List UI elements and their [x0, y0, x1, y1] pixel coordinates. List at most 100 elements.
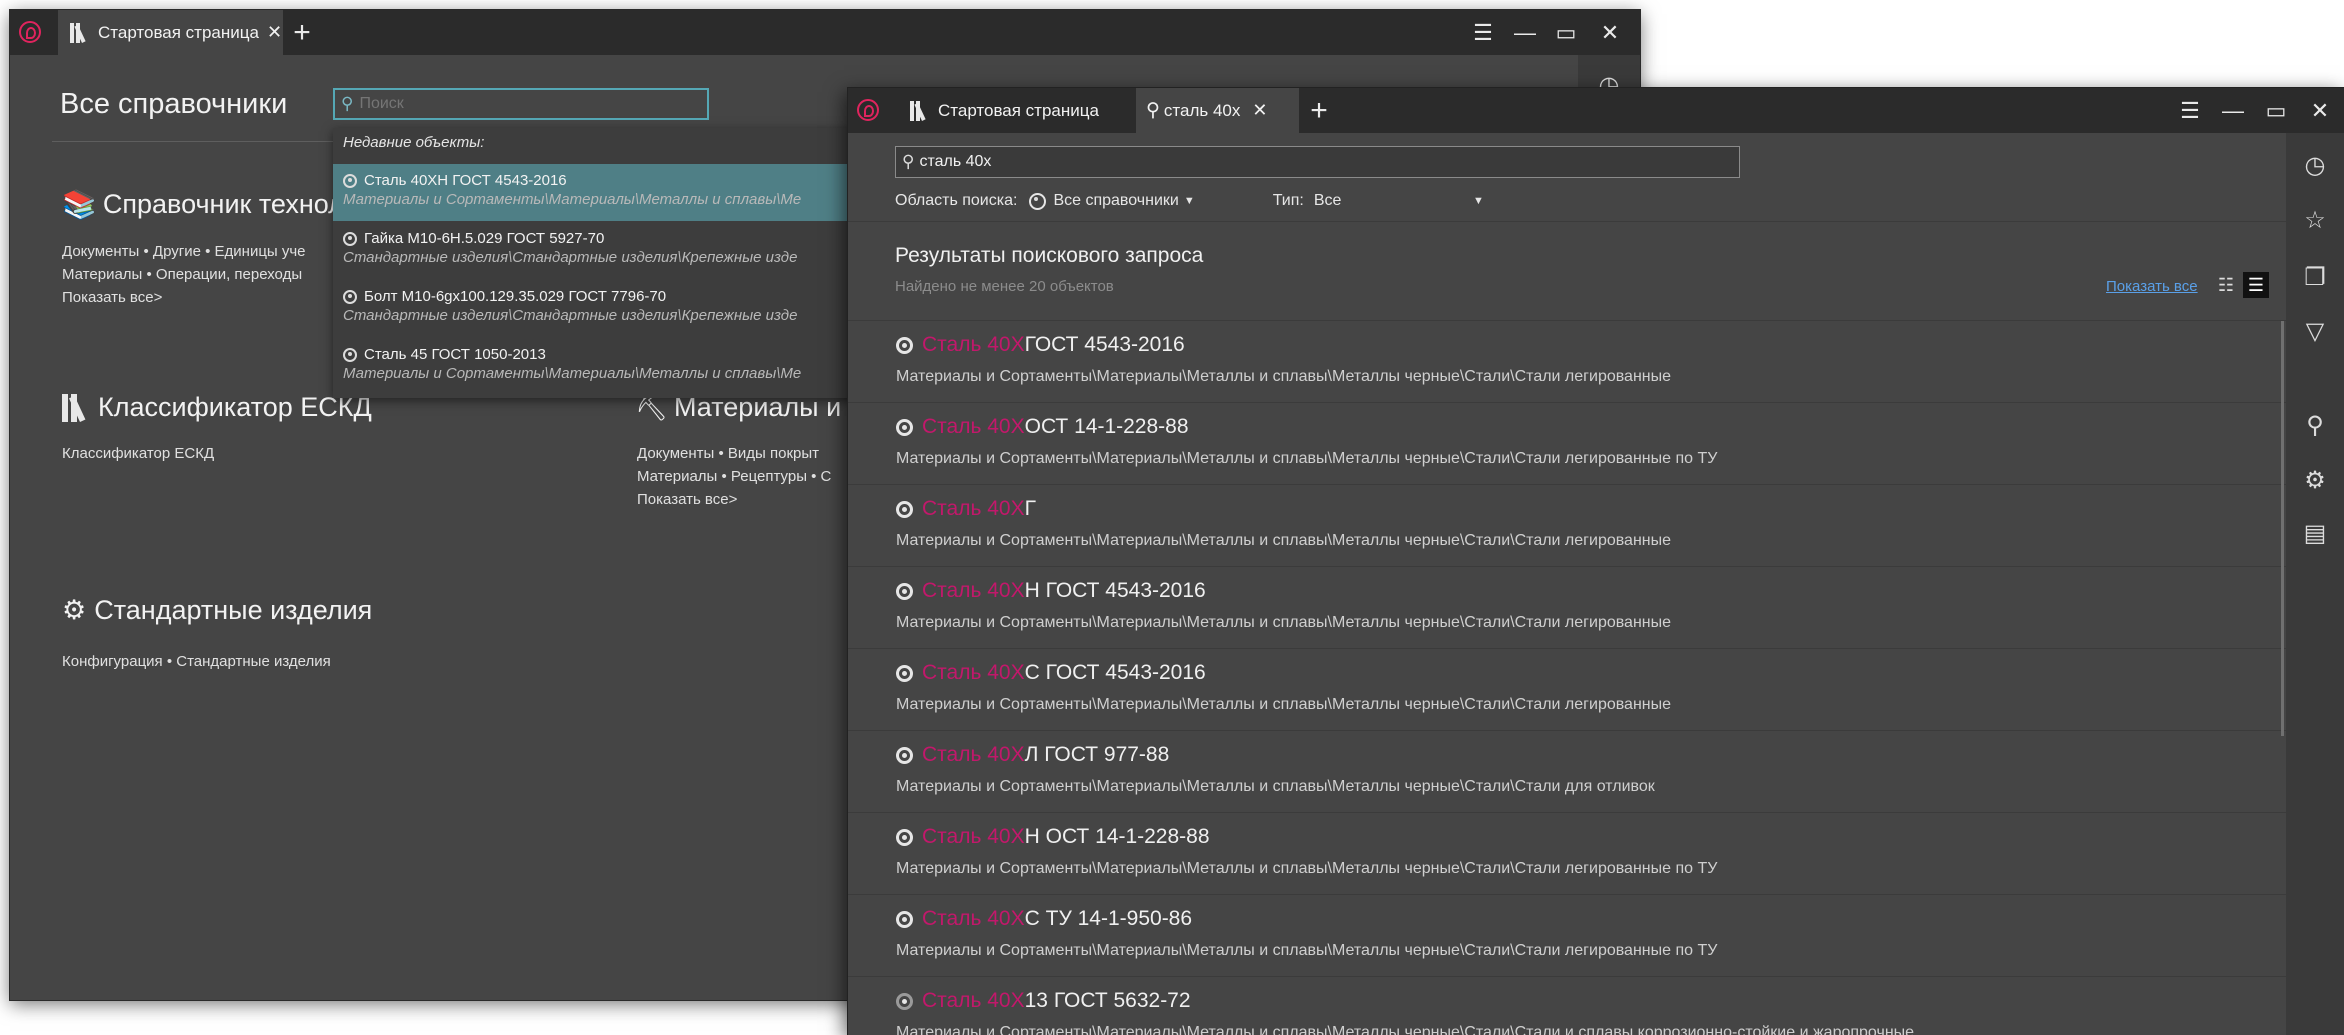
menu-icon[interactable]: ☰ — [1463, 10, 1503, 55]
part-icon — [343, 231, 357, 246]
result-item[interactable]: Сталь 40Х ГОСТ 4543-2016 Материалы и Сор… — [848, 321, 2286, 403]
tab-start-page[interactable]: Стартовая страница — [896, 88, 1136, 133]
type-label: Тип: — [1272, 192, 1304, 209]
recent-item[interactable]: Сталь 45 ГОСТ 1050-2013 Материалы и Сорт… — [333, 338, 873, 395]
title-divider — [52, 141, 352, 142]
std-parts-icon: ⚙ — [62, 595, 87, 625]
history-clock-icon[interactable]: ◷ — [2295, 145, 2335, 185]
tree-view-icon[interactable]: ☷ — [2213, 272, 2239, 298]
scope-label: Область поиска: — [895, 192, 1018, 209]
search-input[interactable] — [357, 94, 692, 114]
materials-links-line2[interactable]: Материалы • Рецептуры • С — [637, 465, 831, 488]
search-results-window: Стартовая страница ⚲ сталь 40х ✕ + ☰ — ▭… — [848, 88, 2344, 1035]
recent-item[interactable]: Сталь 40ХН ГОСТ 4543-2016 Материалы и Со… — [333, 164, 873, 221]
results-count: Найдено не менее 20 объектов — [895, 278, 1114, 295]
recent-item[interactable]: Болт М10-6gx100.129.35.029 ГОСТ 7796-70 … — [333, 280, 873, 337]
section-eskd-links: Классификатор ЕСКД — [62, 442, 214, 465]
section-tech-links: Документы • Другие • Единицы уче Материа… — [62, 240, 306, 309]
app-logo-icon — [857, 99, 879, 121]
materials-links-line1[interactable]: Документы • Виды покрыт — [637, 442, 831, 465]
search-icon: ⚲ — [902, 152, 915, 171]
material-icon — [896, 500, 913, 518]
results-title: Результаты поискового запроса — [895, 244, 1204, 267]
list-view-icon[interactable]: ☰ — [2243, 272, 2269, 298]
tech-show-all[interactable]: Показать все> — [62, 286, 306, 309]
results-list: Сталь 40Х ГОСТ 4543-2016 Материалы и Сор… — [848, 321, 2286, 1035]
search-icon: ⚲ — [1146, 100, 1160, 121]
maximize-icon[interactable]: ▭ — [1546, 10, 1586, 55]
type-dropdown[interactable]: Все ▼ — [1314, 192, 1484, 210]
tab-search[interactable]: ⚲ сталь 40х ✕ — [1136, 88, 1299, 133]
tab-close-icon[interactable]: ✕ — [1252, 100, 1267, 121]
minimize-icon[interactable]: — — [2213, 88, 2253, 133]
right-sidebar-2: ◷ ☆ ❐ ▽ ⚲ ⚙ ▤ — [2286, 133, 2344, 1035]
scope-icon — [1029, 192, 1047, 210]
maximize-icon[interactable]: ▭ — [2256, 88, 2296, 133]
part-icon — [343, 173, 357, 188]
material-icon — [896, 582, 913, 600]
tech-links-line1[interactable]: Документы • Другие • Единицы уче — [62, 240, 306, 263]
result-item[interactable]: Сталь 40Х Н ГОСТ 4543-2016 Материалы и Со… — [848, 567, 2286, 649]
search-parts-icon[interactable]: ⚙ — [2295, 460, 2335, 500]
material-icon — [896, 336, 913, 354]
part-icon — [343, 347, 357, 362]
menu-icon[interactable]: ☰ — [2170, 88, 2210, 133]
search-input[interactable]: сталь 40х — [919, 153, 991, 171]
result-item[interactable]: Сталь 40Х С ГОСТ 4543-2016 Материалы и Со… — [848, 649, 2286, 731]
material-icon — [896, 828, 913, 846]
show-all-link[interactable]: Показать все — [2106, 278, 2198, 295]
result-item[interactable]: Сталь 40Х ОСТ 14-1-228-88 Материалы и Со… — [848, 403, 2286, 485]
books-icon — [910, 100, 932, 121]
title-bar: Стартовая страница ✕ + ☰ — ▭ ✕ — [10, 10, 1640, 55]
folders-icon[interactable]: ❐ — [2295, 257, 2335, 297]
eskd-links-line1[interactable]: Классификатор ЕСКД — [62, 442, 214, 465]
tab-start-page[interactable]: Стартовая страница ✕ — [58, 10, 283, 55]
search-box[interactable]: ⚲ сталь 40х — [895, 146, 1740, 178]
results-header: Результаты поискового запроса Найдено не… — [848, 221, 2286, 321]
material-icon — [896, 746, 913, 764]
section-tech-title[interactable]: 📚 Справочник техноло — [62, 188, 359, 221]
material-icon — [896, 418, 913, 436]
chevron-down-icon: ▼ — [1472, 195, 1484, 207]
title-bar-2: Стартовая страница ⚲ сталь 40х ✕ + ☰ — ▭… — [848, 88, 2344, 133]
result-item[interactable]: Сталь 40Х Г Материалы и Сортаменты\Матери… — [848, 485, 2286, 567]
close-icon[interactable]: ✕ — [1590, 10, 1630, 55]
dropdown-header: Недавние объекты: — [343, 134, 485, 151]
tech-book-icon: 📚 — [62, 189, 97, 220]
materials-show-all[interactable]: Показать все> — [637, 488, 831, 511]
search-scope-bar: Область поиска: Все справочники ▼ Тип: В… — [895, 186, 1484, 216]
section-std-title[interactable]: ⚙ Стандартные изделия — [62, 595, 372, 626]
tab-close-icon[interactable]: ✕ — [267, 22, 282, 43]
chevron-down-icon: ▼ — [1183, 195, 1195, 207]
section-materials-links: Документы • Виды покрыт Материалы • Реце… — [637, 442, 831, 511]
result-item[interactable]: Сталь 40Х Л ГОСТ 977-88 Материалы и Сорта… — [848, 731, 2286, 813]
material-icon — [896, 910, 913, 928]
document-list-icon[interactable]: ▤ — [2295, 513, 2335, 553]
new-tab-button[interactable]: + — [282, 10, 322, 55]
part-icon — [343, 289, 357, 304]
new-tab-button[interactable]: + — [1299, 88, 1339, 133]
star-icon[interactable]: ☆ — [2295, 200, 2335, 240]
recent-dropdown: Недавние объекты: Сталь 40ХН ГОСТ 4543-2… — [333, 128, 873, 398]
tech-links-line2[interactable]: Материалы • Операции, переходы — [62, 263, 306, 286]
search-box[interactable]: ⚲ — [333, 88, 709, 120]
scope-dropdown[interactable]: Все справочники ▼ — [1029, 192, 1195, 210]
section-eskd-title[interactable]: Классификатор ЕСКД — [62, 392, 372, 423]
eskd-books-icon — [62, 393, 92, 422]
minimize-icon[interactable]: — — [1505, 10, 1545, 55]
page-title: Все справочники — [60, 88, 288, 120]
section-std-links: Конфигурация • Стандартные изделия — [62, 650, 331, 673]
result-item[interactable]: Сталь 40Х С ТУ 14-1-950-86 Материалы и Со… — [848, 895, 2286, 977]
material-icon — [896, 664, 913, 682]
close-icon[interactable]: ✕ — [2300, 88, 2340, 133]
search-icon[interactable]: ⚲ — [2295, 405, 2335, 445]
result-item[interactable]: Сталь 40Х Н ОСТ 14-1-228-88 Материалы и С… — [848, 813, 2286, 895]
app-logo-icon — [19, 21, 41, 43]
books-icon — [70, 22, 92, 43]
result-item[interactable]: Сталь 40Х 13 ГОСТ 5632-72 Материалы и Сор… — [848, 977, 2286, 1035]
filter-icon[interactable]: ▽ — [2295, 311, 2335, 351]
recent-item[interactable]: Гайка М10-6Н.5.029 ГОСТ 5927-70 Стандарт… — [333, 222, 873, 279]
search-icon: ⚲ — [341, 94, 354, 113]
results-scrollbar-thumb[interactable] — [2281, 321, 2284, 736]
std-links-line1[interactable]: Конфигурация • Стандартные изделия — [62, 650, 331, 673]
